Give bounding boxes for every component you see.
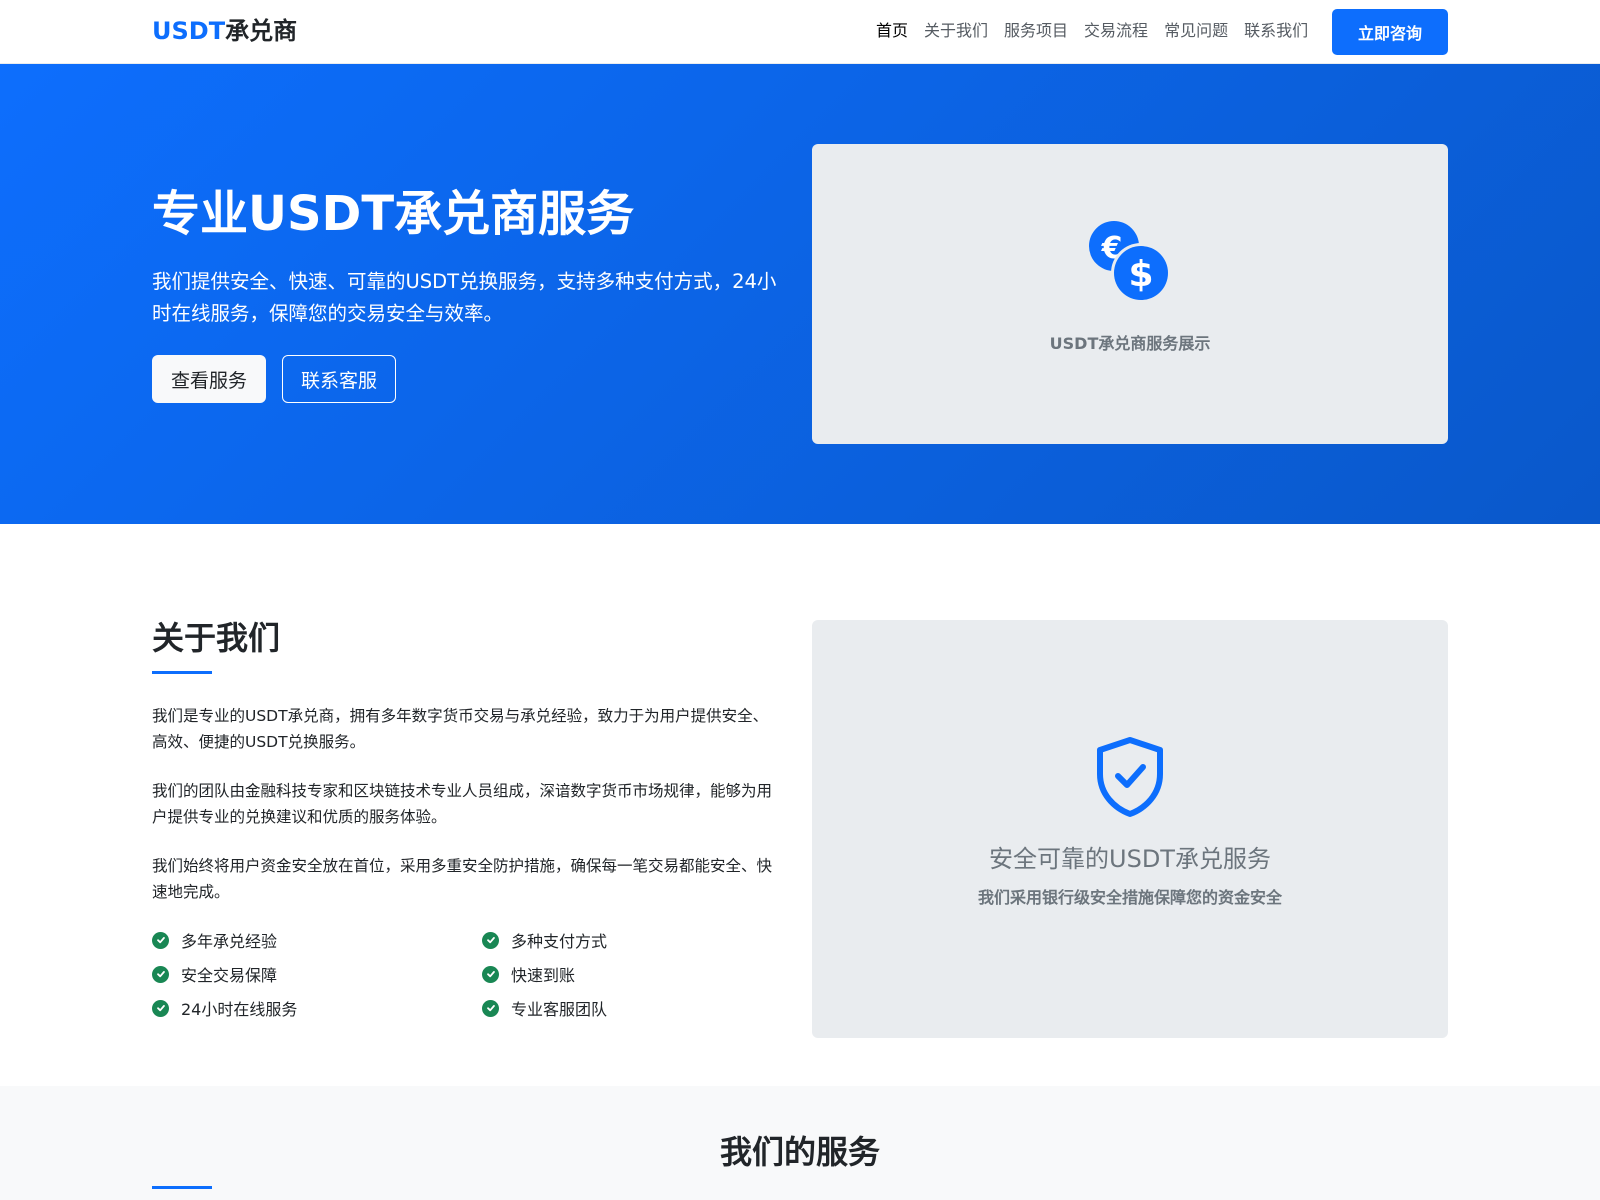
security-card-title: 安全可靠的USDT承兑服务 [989, 845, 1271, 873]
feature-label: 多年承兑经验 [181, 932, 278, 951]
hero-showcase-card: € $ USDT承兑商服务展示 [812, 144, 1448, 444]
currency-exchange-icon: € $ [1089, 221, 1171, 303]
services-title-underline [152, 1186, 212, 1189]
nav-link-process[interactable]: 交易流程 [1084, 20, 1148, 42]
about-paragraph: 我们始终将用户资金安全放在首位，采用多重安全防护措施，确保每一笔交易都能安全、快… [152, 857, 773, 901]
hero-section: 专业USDT承兑商服务 我们提供安全、快速、可靠的USDT兑换服务，支持多种支付… [0, 64, 1600, 524]
feature-item: 多年承兑经验 [152, 928, 277, 952]
brand-suffix: 承兑商 [225, 17, 298, 45]
feature-item: 24小时在线服务 [152, 996, 297, 1020]
consult-now-button[interactable]: 立即咨询 [1332, 9, 1448, 55]
shield-check-icon [1097, 737, 1163, 817]
nav-menu: 首页 关于我们 服务项目 交易流程 常见问题 联系我们 [876, 20, 1308, 42]
about-paragraph: 我们的团队由金融科技专家和区块链技术专业人员组成，深谙数字货币市场规律，能够为用… [152, 782, 773, 826]
navbar: USDT承兑商 首页 关于我们 服务项目 交易流程 常见问题 联系我们 立即咨询 [0, 0, 1600, 64]
check-circle-icon [482, 965, 499, 983]
services-title: 我们的服务 [719, 1133, 880, 1171]
about-title: 关于我们 [152, 619, 281, 657]
nav-link-about[interactable]: 关于我们 [924, 20, 988, 42]
check-circle-icon [152, 965, 169, 983]
feature-label: 24小时在线服务 [181, 1000, 298, 1019]
check-circle-icon [152, 999, 169, 1017]
brand-logo[interactable]: USDT承兑商 [152, 14, 297, 48]
hero-card-caption: USDT承兑商服务展示 [1049, 334, 1211, 353]
security-card-subtitle: 我们采用银行级安全措施保障您的资金安全 [977, 888, 1282, 907]
brand-prefix: USDT [152, 17, 226, 45]
feature-label: 多种支付方式 [511, 932, 608, 951]
feature-label: 专业客服团队 [511, 1000, 608, 1019]
feature-item: 多种支付方式 [482, 928, 607, 952]
svg-text:$: $ [1128, 254, 1153, 295]
check-circle-icon [482, 999, 499, 1017]
feature-label: 快速到账 [511, 966, 576, 985]
feature-item: 安全交易保障 [152, 962, 277, 986]
security-card: 安全可靠的USDT承兑服务 我们采用银行级安全措施保障您的资金安全 [812, 620, 1448, 1038]
feature-item: 快速到账 [482, 962, 575, 986]
services-section: 我们的服务 [0, 1086, 1600, 1200]
view-services-button[interactable]: 查看服务 [152, 355, 266, 403]
about-title-underline [152, 671, 212, 674]
hero-subtitle: 我们提供安全、快速、可靠的USDT兑换服务，支持多种支付方式，24小时在线服务，… [152, 270, 777, 325]
feature-item: 专业客服团队 [482, 996, 607, 1020]
nav-link-faq[interactable]: 常见问题 [1164, 20, 1228, 42]
nav-link-services[interactable]: 服务项目 [1004, 20, 1068, 42]
contact-support-button[interactable]: 联系客服 [282, 355, 396, 403]
about-paragraph: 我们是专业的USDT承兑商，拥有多年数字货币交易与承兑经验，致力于为用户提供安全… [152, 707, 769, 751]
check-circle-icon [152, 931, 169, 949]
nav-link-contact[interactable]: 联系我们 [1244, 20, 1308, 42]
hero-title: 专业USDT承兑商服务 [152, 186, 635, 242]
check-circle-icon [482, 931, 499, 949]
nav-link-home[interactable]: 首页 [876, 20, 908, 42]
feature-label: 安全交易保障 [181, 966, 278, 985]
